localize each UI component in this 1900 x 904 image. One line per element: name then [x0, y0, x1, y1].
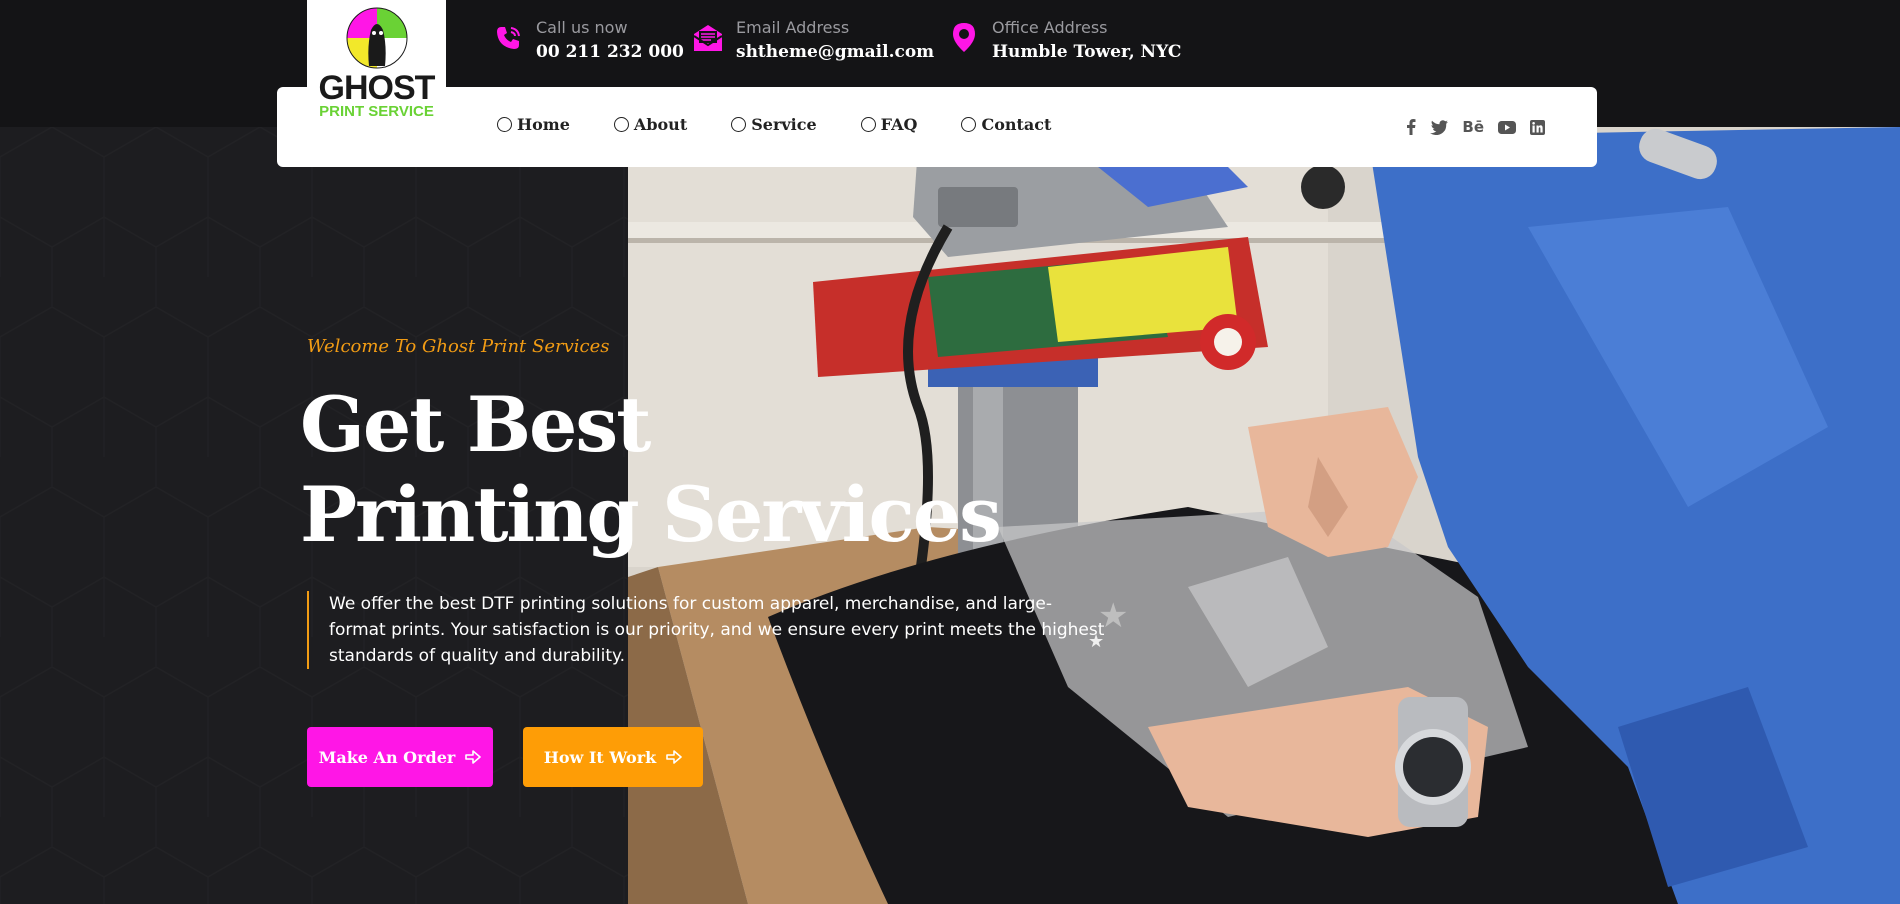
nav-item-label: FAQ: [880, 115, 918, 134]
youtube-icon[interactable]: [1498, 117, 1516, 137]
nav-item-contact[interactable]: Contact: [961, 115, 1051, 134]
hero-title-line2: Printing Services: [300, 470, 1002, 559]
nav-item-faq[interactable]: FAQ: [860, 115, 918, 134]
make-order-label: Make An Order: [318, 747, 456, 767]
linkedin-icon[interactable]: [1530, 117, 1545, 137]
how-it-work-button[interactable]: How It Work: [523, 727, 703, 787]
nav-item-label: About: [633, 115, 688, 134]
contact-phone[interactable]: Call us now 00 211 232 000: [490, 18, 684, 64]
nav-item-label: Home: [517, 115, 570, 134]
facebook-icon[interactable]: [1406, 117, 1416, 137]
social-links: Bē: [1392, 117, 1545, 137]
circle-icon: [613, 117, 629, 132]
circle-icon: [860, 117, 876, 132]
hero-title-line1: Get Best: [300, 380, 651, 469]
contact-value: 00 211 232 000: [536, 42, 684, 62]
circle-icon: [731, 117, 747, 132]
nav-item-label: Service: [751, 115, 817, 134]
behance-icon[interactable]: Bē: [1462, 117, 1484, 137]
arrow-right-icon: [666, 750, 683, 764]
contact-label: Email Address: [736, 18, 850, 37]
hero-title: Get Best Printing Services: [300, 380, 1002, 560]
arrow-right-icon: [465, 750, 482, 764]
hero-description: We offer the best DTF printing solutions…: [307, 591, 1107, 669]
nav-links: Home About Service FAQ Contact: [497, 115, 1095, 134]
contact-address[interactable]: Office Address Humble Tower, NYC: [946, 18, 1181, 64]
logo-subtitle: PRINT SERVICE: [319, 103, 434, 120]
contact-label: Call us now: [536, 18, 628, 37]
circle-icon: [961, 117, 977, 132]
contact-label: Office Address: [992, 18, 1108, 37]
contact-value: Humble Tower, NYC: [992, 42, 1182, 62]
nav-item-about[interactable]: About: [613, 115, 688, 134]
how-it-work-label: How It Work: [543, 747, 657, 767]
circle-icon: [497, 117, 512, 132]
site-logo[interactable]: GHOST PRINT SERVICE: [307, 0, 446, 128]
envelope-icon: [690, 18, 726, 58]
hero-welcome: Welcome To Ghost Print Services: [307, 336, 610, 357]
nav-item-service[interactable]: Service: [731, 115, 817, 134]
location-pin-icon: [946, 18, 982, 58]
make-order-button[interactable]: Make An Order: [307, 727, 493, 787]
twitter-icon[interactable]: [1430, 117, 1449, 137]
contact-value: shtheme@gmail.com: [736, 42, 935, 62]
main-navbar: Home About Service FAQ Contact Bē: [277, 87, 1597, 167]
phone-icon: [490, 18, 526, 58]
ghost-logo-icon: [346, 7, 408, 69]
contact-email[interactable]: Email Address shtheme@gmail.com: [690, 18, 934, 64]
nav-item-label: Contact: [981, 115, 1052, 134]
nav-item-home[interactable]: Home: [497, 115, 570, 134]
logo-wordmark: GHOST: [318, 69, 436, 107]
